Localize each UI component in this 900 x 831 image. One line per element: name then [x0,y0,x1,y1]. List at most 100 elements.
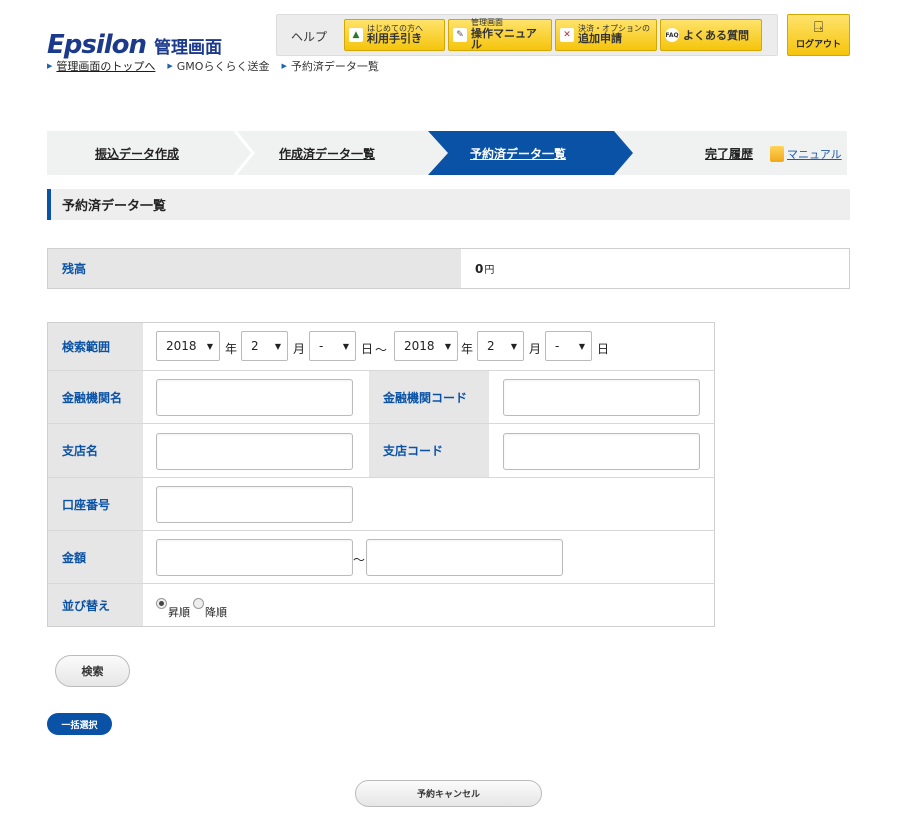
faq-label: よくある質問 [683,29,749,42]
bank-code-label: 金融機関コード [369,371,489,423]
bank-code-input[interactable] [503,379,700,416]
sort-asc-label[interactable]: 昇順 [168,604,190,620]
manual-big: 操作マニュアル [471,26,537,52]
balance-unit: 円 [484,265,495,276]
step-separator [233,131,255,175]
from-day-value: - [319,339,324,353]
triangle-right-icon: ▶ [47,62,53,70]
branch-name-label: 支店名 [48,424,143,477]
step-create[interactable]: 振込データ作成 [95,131,179,175]
from-year-select[interactable]: 2018 ▼ [156,331,220,361]
day-unit: 日 [597,342,610,356]
balance-value-wrap: 0 円 [461,249,494,288]
breadcrumb-item-top[interactable]: ▶ 管理画面のトップへ [47,58,155,74]
guide-button[interactable]: ▲ はじめての方へ 利用手引き [344,19,445,51]
bulk-select-button[interactable]: 一括選択 [47,713,112,735]
range-label: 検索範囲 [48,323,143,370]
guide-big: 利用手引き [367,32,422,46]
breadcrumb-item-service: ▶ GMOらくらく送金 [167,58,269,74]
chevron-down-icon: ▼ [342,342,349,351]
from-month-value: 2 [251,339,259,353]
manual-label[interactable]: マニュアル [787,146,842,162]
balance-value: 0 [475,261,484,276]
chevron-down-icon: ▼ [274,342,281,351]
sort-desc-radio[interactable] [193,598,204,609]
month-unit: 月 [293,342,306,356]
logout-label: ログアウト [795,40,841,50]
breadcrumb: ▶ 管理画面のトップへ ▶ GMOらくらく送金 ▶ 予約済データ一覧 [47,58,379,74]
to-year-value: 2018 [404,339,435,353]
branch-code-label: 支店コード [369,424,489,477]
account-label: 口座番号 [48,478,143,530]
to-day-value: - [555,339,560,353]
chevron-down-icon: ▼ [444,342,451,351]
bank-name-label: 金融機関名 [48,371,143,423]
exit-door-icon: ⍈ [813,18,823,36]
pencil-icon: ✎ [453,28,467,42]
manual-link[interactable]: マニュアル [770,146,842,162]
branch-name-input[interactable] [156,433,353,470]
bank-name-input[interactable] [156,379,353,416]
logo-subtitle: 管理画面 [154,38,223,58]
sort-asc-radio[interactable] [156,598,167,609]
amount-from-input[interactable] [156,539,353,576]
to-month-select[interactable]: 2 ▼ [477,331,524,361]
faq-icon: FAQ [665,28,679,42]
breadcrumb-label-service: GMOらくらく送金 [176,60,270,73]
amount-row: 金額 ～ [48,531,714,584]
leaf-icon: ▲ [349,28,363,42]
range-row: 検索範囲 2018 ▼ 年 2 ▼ 月 - ▼ 日 ～ 2018 ▼ 年 2 ▼ 月 - ▼… [48,323,714,371]
range-tilde: ～ [375,343,388,357]
option-request-button[interactable]: ✕ 決済・オプションの 追加申請 [555,19,657,51]
from-year-value: 2018 [166,339,197,353]
manual-help-button[interactable]: ✎ 管理画面 操作マニュアル [448,18,552,52]
book-icon [770,146,784,162]
breadcrumb-link-top[interactable]: 管理画面のトップへ [56,58,155,74]
account-number-input[interactable] [156,486,353,523]
branch-code-input[interactable] [503,433,700,470]
logo-mark: Epsilon [47,30,147,60]
chevron-down-icon: ▼ [510,342,517,351]
logout-button[interactable]: ⍈ ログアウト [787,14,850,56]
sort-desc-label[interactable]: 降順 [205,604,227,620]
logo: Epsilon 管理画面 [47,30,222,60]
from-month-select[interactable]: 2 ▼ [241,331,288,361]
search-button[interactable]: 検索 [55,655,130,687]
sort-row: 並び替え 昇順 降順 [48,584,714,626]
triangle-right-icon: ▶ [167,62,173,70]
balance-box: 残高 0 円 [47,248,850,289]
step-completed-history[interactable]: 完了履歴 [705,131,753,175]
help-label: ヘルプ [291,30,328,44]
amount-to-input[interactable] [366,539,563,576]
year-unit: 年 [225,342,238,356]
to-year-select[interactable]: 2018 ▼ [394,331,458,361]
day-unit: 日 [361,342,374,356]
bank-row: 金融機関名 金融機関コード [48,371,714,424]
account-row: 口座番号 [48,478,714,531]
step-reserved-list[interactable]: 予約済データ一覧 [470,131,566,175]
step-created-list[interactable]: 作成済データ一覧 [279,131,375,175]
option-big: 追加申請 [578,32,622,46]
search-form: 検索範囲 2018 ▼ 年 2 ▼ 月 - ▼ 日 ～ 2018 ▼ 年 2 ▼ 月 - ▼… [47,322,715,627]
breadcrumb-item-current: ▶ 予約済データ一覧 [281,58,378,74]
year-unit: 年 [461,342,474,356]
month-unit: 月 [529,342,542,356]
to-day-select[interactable]: - ▼ [545,331,592,361]
help-bar: ヘルプ ▲ はじめての方へ 利用手引き ✎ 管理画面 操作マニュアル ✕ 決済・… [276,14,778,56]
branch-row: 支店名 支店コード [48,424,714,478]
step-navigation: 振込データ作成 作成済データ一覧 予約済データ一覧 完了履歴 [47,131,847,175]
tools-icon: ✕ [560,28,574,42]
chevron-down-icon: ▼ [578,342,585,351]
sort-label: 並び替え [48,584,143,626]
balance-label: 残高 [48,249,461,288]
from-day-select[interactable]: - ▼ [309,331,356,361]
faq-button[interactable]: FAQ よくある質問 [660,19,762,51]
amount-label: 金額 [48,531,143,583]
chevron-down-icon: ▼ [206,342,213,351]
amount-tilde: ～ [353,553,366,567]
triangle-right-icon: ▶ [281,62,287,70]
to-month-value: 2 [487,339,495,353]
cancel-reservation-button[interactable]: 予約キャンセル [355,780,542,807]
page-title: 予約済データ一覧 [47,189,850,220]
breadcrumb-label-current: 予約済データ一覧 [290,60,379,73]
